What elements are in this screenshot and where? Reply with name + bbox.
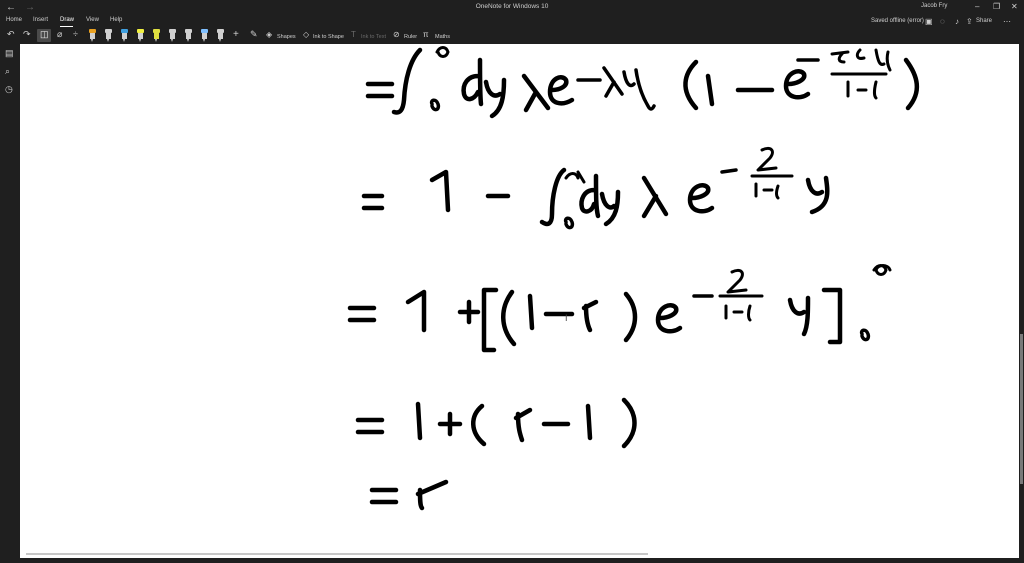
- shapes-icon[interactable]: ◈: [266, 30, 272, 39]
- ink-line-1: [365, 46, 919, 119]
- lasso-icon: ◫: [40, 29, 49, 39]
- ink-replay-icon[interactable]: ✎: [250, 29, 258, 40]
- minimize-icon[interactable]: –: [975, 2, 979, 11]
- ink-to-text-icon: T: [351, 30, 356, 39]
- pen-5[interactable]: [169, 29, 176, 42]
- title-bar: ← → OneNote for Windows 10 Jacob Fry – ❐…: [0, 0, 1024, 16]
- maths-icon[interactable]: π: [423, 30, 429, 39]
- undo-icon[interactable]: ↶: [7, 29, 15, 40]
- share-button[interactable]: Share: [976, 18, 992, 24]
- ink-to-text-button: Ink to Text: [361, 34, 386, 40]
- tab-insert[interactable]: Insert: [33, 17, 48, 23]
- ink-to-shape-icon[interactable]: ◇: [303, 30, 309, 39]
- pen-3[interactable]: [121, 29, 128, 42]
- close-icon[interactable]: ✕: [1011, 2, 1018, 11]
- pen-1[interactable]: [89, 29, 96, 42]
- bell-icon[interactable]: ♪: [955, 17, 959, 26]
- pen-7[interactable]: [201, 29, 208, 42]
- share-icon[interactable]: ⇪: [966, 17, 973, 26]
- horizontal-scrollbar[interactable]: [26, 553, 648, 555]
- ink-line-2: [361, 146, 830, 230]
- redo-icon[interactable]: ↷: [23, 29, 31, 40]
- maximize-icon[interactable]: ❐: [993, 2, 1000, 11]
- lightbulb-icon[interactable]: ◌: [940, 17, 945, 26]
- shapes-button[interactable]: Shapes: [277, 34, 296, 40]
- ink-line-5: [369, 479, 449, 511]
- left-sidebar: ▤ ⌕ ◷: [0, 44, 20, 558]
- ruler-icon[interactable]: ⊘: [393, 30, 400, 39]
- recent-icon[interactable]: ◷: [5, 84, 13, 95]
- ink-line-4: [355, 397, 637, 449]
- vertical-scrollbar[interactable]: [1019, 44, 1024, 558]
- search-icon[interactable]: ⌕: [5, 66, 10, 77]
- highlighter-1[interactable]: [153, 29, 160, 42]
- pen-8[interactable]: [217, 29, 224, 42]
- pen-6[interactable]: [185, 29, 192, 42]
- handwriting-ink: [347, 46, 919, 511]
- tab-home[interactable]: Home: [6, 17, 22, 23]
- eraser-icon[interactable]: ⌀: [57, 29, 62, 40]
- notebooks-icon[interactable]: ▤: [5, 48, 14, 59]
- sync-status[interactable]: Saved offline (error): [871, 18, 924, 24]
- ink-to-shape-button[interactable]: Ink to Shape: [313, 34, 344, 40]
- page-canvas[interactable]: I: [20, 44, 1019, 558]
- more-options-icon[interactable]: ⋯: [1003, 17, 1011, 26]
- tab-draw[interactable]: Draw: [60, 17, 74, 23]
- tab-view[interactable]: View: [86, 17, 99, 23]
- maths-button[interactable]: Maths: [435, 34, 450, 40]
- add-space-icon[interactable]: ÷: [73, 29, 78, 39]
- scrollbar-thumb[interactable]: [1020, 334, 1023, 484]
- tab-help[interactable]: Help: [110, 17, 122, 23]
- ink-line-3: [347, 264, 892, 353]
- add-pen-icon[interactable]: +: [233, 29, 239, 40]
- ruler-button[interactable]: Ruler: [404, 34, 417, 40]
- text-cursor-icon: I: [565, 313, 568, 323]
- window-title: OneNote for Windows 10: [475, 3, 549, 10]
- user-name[interactable]: Jacob Fry: [921, 3, 947, 9]
- pen-4[interactable]: [137, 29, 144, 42]
- notebook-icon[interactable]: ▣: [925, 17, 933, 26]
- pen-2[interactable]: [105, 29, 112, 42]
